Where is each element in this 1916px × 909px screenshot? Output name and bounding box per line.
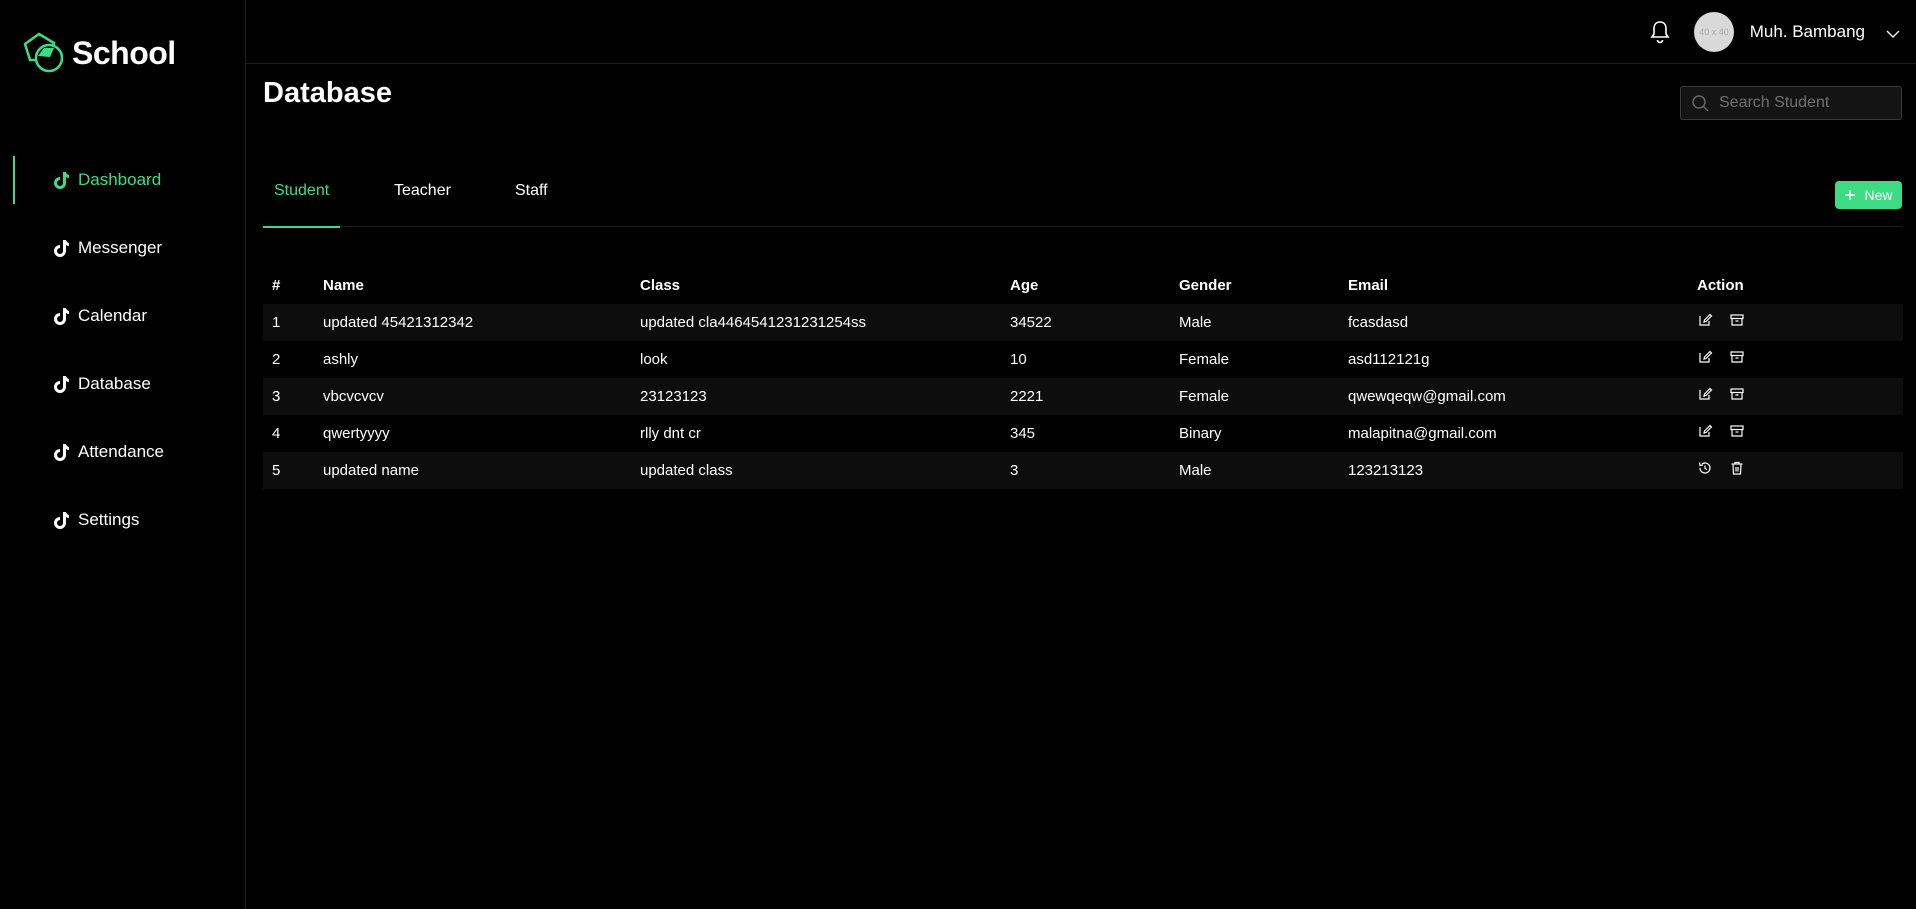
table-row: 5 updated name updated class 3 Male 1232… bbox=[263, 452, 1903, 489]
row-name: ashly bbox=[323, 351, 359, 368]
sidebar-item-label: Messenger bbox=[78, 238, 163, 257]
column-header-name: Name bbox=[323, 277, 364, 294]
sidebar-nav: Dashboard Messenger Calendar Database At… bbox=[0, 156, 246, 564]
row-actions bbox=[1697, 349, 1745, 365]
row-class: 23123123 bbox=[640, 388, 707, 405]
archive-icon[interactable] bbox=[1729, 349, 1745, 365]
row-class: rlly dnt cr bbox=[640, 425, 701, 442]
row-actions bbox=[1697, 423, 1745, 439]
table-row: 1 updated 45421312342 updated cla4464541… bbox=[263, 304, 1903, 341]
sidebar-item-calendar[interactable]: Calendar bbox=[0, 292, 246, 340]
sidebar-item-attendance[interactable]: Attendance bbox=[0, 428, 246, 476]
search-icon bbox=[1692, 95, 1709, 112]
search-input[interactable] bbox=[1719, 94, 1889, 112]
sidebar-item-messenger[interactable]: Messenger bbox=[0, 224, 246, 272]
avatar-placeholder-text: 40 x 40 bbox=[1699, 27, 1729, 37]
row-class: updated cla4464541231231254ss bbox=[640, 314, 867, 331]
row-age: 34522 bbox=[1010, 314, 1052, 331]
row-age: 345 bbox=[1010, 425, 1036, 442]
column-header-age: Age bbox=[1010, 277, 1039, 294]
row-gender: Binary bbox=[1179, 425, 1222, 442]
row-name: vbcvcvcv bbox=[323, 388, 384, 405]
sidebar-item-label: Settings bbox=[78, 510, 140, 529]
plus-icon bbox=[1845, 190, 1856, 200]
page-title: Database bbox=[263, 77, 392, 109]
sidebar-item-database[interactable]: Database bbox=[0, 360, 246, 408]
sidebar-item-label: Attendance bbox=[78, 442, 165, 461]
row-class: look bbox=[640, 351, 668, 368]
row-gender: Male bbox=[1179, 462, 1212, 479]
delete-icon[interactable] bbox=[1729, 460, 1745, 476]
bell-icon[interactable] bbox=[1649, 20, 1671, 44]
row-number: 1 bbox=[272, 314, 281, 331]
row-number: 4 bbox=[272, 425, 281, 442]
logo[interactable]: School bbox=[20, 30, 176, 76]
table-row: 2 ashly look 10 Female asd112121g bbox=[263, 341, 1903, 378]
new-button-label: New bbox=[1864, 187, 1893, 203]
student-table: # Name Class Age Gender Email Action 1 u… bbox=[263, 266, 1903, 489]
tiktok-icon bbox=[54, 171, 70, 189]
logo-icon bbox=[20, 30, 66, 76]
row-age: 2221 bbox=[1010, 388, 1044, 405]
row-actions bbox=[1697, 460, 1745, 476]
table-row: 3 vbcvcvcv 23123123 2221 Female qwewqeqw… bbox=[263, 378, 1903, 415]
sidebar-item-label: Database bbox=[78, 374, 151, 393]
row-name: updated 45421312342 bbox=[323, 314, 474, 331]
tiktok-icon bbox=[54, 443, 70, 461]
row-gender: Female bbox=[1179, 351, 1230, 368]
sidebar-item-settings[interactable]: Settings bbox=[0, 496, 246, 544]
row-age: 3 bbox=[1010, 462, 1019, 479]
row-email: malapitna@gmail.com bbox=[1348, 425, 1497, 442]
row-email: asd112121g bbox=[1348, 351, 1430, 368]
row-gender: Male bbox=[1179, 314, 1212, 331]
tab-teacher[interactable]: Teacher bbox=[394, 182, 451, 227]
new-button[interactable]: New bbox=[1835, 181, 1902, 209]
restore-icon[interactable] bbox=[1697, 460, 1713, 476]
avatar[interactable]: 40 x 40 bbox=[1694, 12, 1734, 52]
row-email: fcasdasd bbox=[1348, 314, 1409, 331]
tab-bar: Student Teacher Staff bbox=[262, 168, 1903, 228]
row-name: qwertyyyy bbox=[323, 425, 390, 442]
archive-icon[interactable] bbox=[1729, 312, 1745, 328]
tab-student[interactable]: Student bbox=[262, 182, 341, 228]
row-gender: Female bbox=[1179, 388, 1230, 405]
edit-icon[interactable] bbox=[1697, 312, 1713, 328]
tiktok-icon bbox=[54, 239, 70, 257]
column-header-action: Action bbox=[1697, 277, 1744, 294]
top-bar: 40 x 40 Muh. Bambang bbox=[246, 0, 1916, 64]
row-number: 5 bbox=[272, 462, 281, 479]
search-box[interactable] bbox=[1680, 86, 1902, 120]
chevron-down-icon[interactable] bbox=[1886, 26, 1900, 38]
username[interactable]: Muh. Bambang bbox=[1750, 22, 1865, 42]
tab-staff[interactable]: Staff bbox=[515, 182, 548, 227]
row-class: updated class bbox=[640, 462, 733, 479]
tiktok-icon bbox=[54, 307, 70, 325]
tiktok-icon bbox=[54, 375, 70, 393]
row-actions bbox=[1697, 386, 1745, 402]
row-name: updated name bbox=[323, 462, 419, 479]
sidebar-item-label: Dashboard bbox=[78, 170, 162, 189]
column-header-class: Class bbox=[640, 277, 681, 294]
sidebar: School Dashboard Messenger Calendar Data… bbox=[0, 0, 246, 909]
column-header-email: Email bbox=[1348, 277, 1389, 294]
column-header-number: # bbox=[272, 277, 281, 294]
logo-text: School bbox=[72, 34, 176, 71]
row-age: 10 bbox=[1010, 351, 1027, 368]
edit-icon[interactable] bbox=[1697, 423, 1713, 439]
edit-icon[interactable] bbox=[1697, 386, 1713, 402]
archive-icon[interactable] bbox=[1729, 423, 1745, 439]
column-header-gender: Gender bbox=[1179, 277, 1232, 294]
edit-icon[interactable] bbox=[1697, 349, 1713, 365]
row-number: 3 bbox=[272, 388, 281, 405]
row-number: 2 bbox=[272, 351, 281, 368]
row-email: 123213123 bbox=[1348, 462, 1424, 479]
archive-icon[interactable] bbox=[1729, 386, 1745, 402]
row-actions bbox=[1697, 312, 1745, 328]
table-row: 4 qwertyyyy rlly dnt cr 345 Binary malap… bbox=[263, 415, 1903, 452]
tiktok-icon bbox=[54, 511, 70, 529]
table-header: # Name Class Age Gender Email Action bbox=[263, 266, 1903, 304]
sidebar-item-dashboard[interactable]: Dashboard bbox=[0, 156, 246, 204]
sidebar-item-label: Calendar bbox=[78, 306, 147, 325]
row-email: qwewqeqw@gmail.com bbox=[1348, 388, 1506, 405]
